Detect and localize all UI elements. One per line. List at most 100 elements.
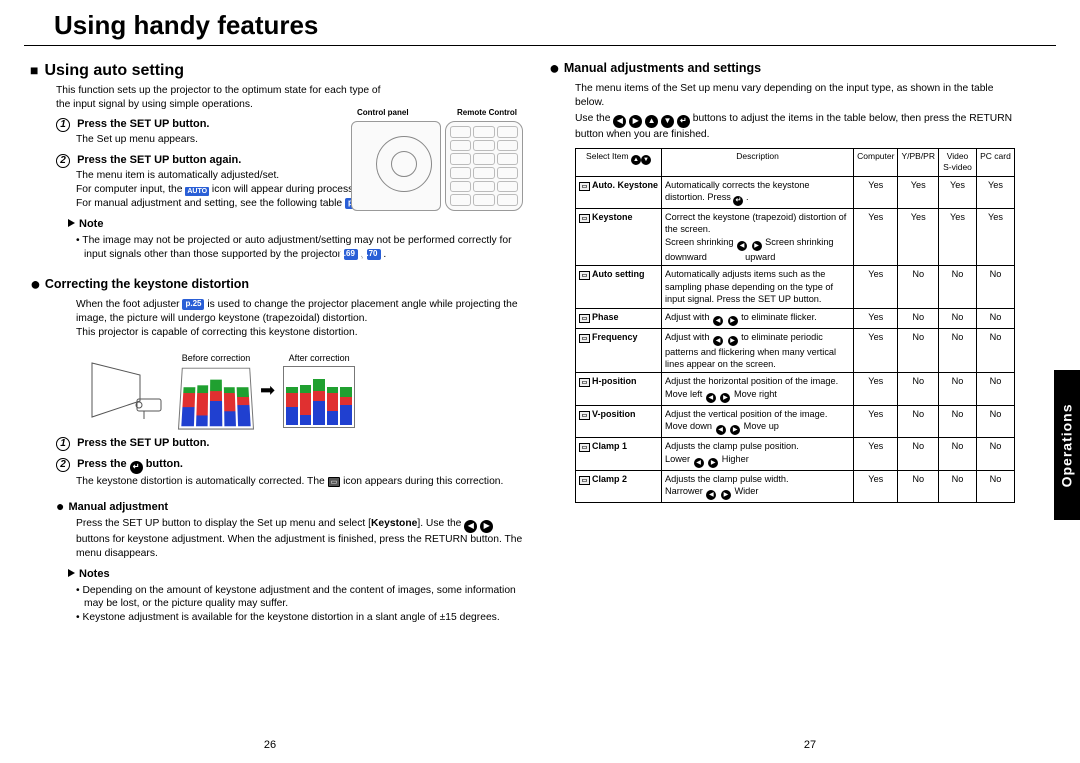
fig-after-label: After correction xyxy=(289,352,350,364)
kstep-2b: button. xyxy=(143,458,183,470)
left-arrow-icon-2: ◀ xyxy=(613,115,626,128)
t3: For manual adjustment and setting, see t… xyxy=(76,198,345,209)
fig-after: After correction xyxy=(283,352,355,428)
table-row: ▭V-positionAdjust the vertical position … xyxy=(576,405,1015,437)
kstep-2-body: The keystone distortion is automatically… xyxy=(76,475,525,489)
kstep-2: 2 Press the ↵ button. xyxy=(56,457,525,474)
auto-setting-intro: This function sets up the projector to t… xyxy=(56,84,396,112)
control-panel-label: Control panel xyxy=(357,108,409,119)
row-yn: Yes xyxy=(854,209,898,266)
row-label: ▭Clamp 2 xyxy=(576,470,662,502)
notes-1-text: Depending on the amount of keystone adju… xyxy=(82,585,515,610)
fig-before-label: Before correction xyxy=(182,352,251,364)
left-arrow-icon: ◀ xyxy=(464,520,477,533)
ki-a: When the foot adjuster xyxy=(76,299,182,310)
page-ref-70: p.70 xyxy=(367,249,381,260)
th-select: Select Item ▲▼ xyxy=(576,148,662,176)
enter-icon: ↵ xyxy=(130,461,143,474)
use-a: Use the xyxy=(575,113,613,124)
row-yn: Yes xyxy=(854,438,898,470)
down-arrow-icon: ▼ xyxy=(661,115,674,128)
page-spread: ■Using auto setting This function sets u… xyxy=(0,46,1080,625)
row-yn: No xyxy=(977,373,1015,405)
note-1-text: The image may not be projected or auto a… xyxy=(82,235,511,260)
th-down-icon: ▼ xyxy=(641,155,651,165)
heading-manual-adjustment-text: Manual adjustment xyxy=(68,501,168,513)
arrow-icon: ➡ xyxy=(260,378,275,402)
side-tab-operations: Operations xyxy=(1054,370,1080,520)
row-desc: Adjusts the clamp pulse width.Narrower ◀… xyxy=(662,470,854,502)
row-yn: No xyxy=(939,373,977,405)
step-2-text: Press the SET UP button again. xyxy=(77,154,241,166)
row-desc: Automatically adjusts items such as the … xyxy=(662,266,854,308)
row-yn: Yes xyxy=(977,176,1015,208)
row-yn: No xyxy=(898,266,939,308)
note-1: • The image may not be projected or auto… xyxy=(76,234,525,262)
table-row: ▭FrequencyAdjust with ◀ ▶ to eliminate p… xyxy=(576,328,1015,373)
up-arrow-icon: ▲ xyxy=(645,115,658,128)
heading-manual-adjustment: ●Manual adjustment xyxy=(56,497,525,516)
note-label: Note xyxy=(68,217,525,232)
th-up-icon: ▲ xyxy=(631,155,641,165)
bars-before xyxy=(178,368,254,430)
page-ref-25: p.25 xyxy=(182,299,204,310)
heading-manual-settings-text: Manual adjustments and settings xyxy=(564,61,761,75)
table-row: ▭Clamp 1Adjusts the clamp pulse position… xyxy=(576,438,1015,470)
th-video: Video S-video xyxy=(939,148,977,176)
row-yn: Yes xyxy=(854,470,898,502)
row-yn: Yes xyxy=(898,176,939,208)
row-label: ▭Frequency xyxy=(576,328,662,373)
heading-keystone-text: Correcting the keystone distortion xyxy=(45,277,249,291)
page-numbers: 26 27 xyxy=(0,738,1080,753)
kstep-1-badge: 1 xyxy=(56,437,70,451)
row-yn: No xyxy=(977,438,1015,470)
row-yn: No xyxy=(939,328,977,373)
row-yn: No xyxy=(898,308,939,328)
row-desc: Adjust with ◀ ▶ to eliminate flicker. xyxy=(662,308,854,328)
keystone-figure: Before correction ➡ After correction xyxy=(82,352,525,428)
row-label: ▭H-position xyxy=(576,373,662,405)
notes-1: • Depending on the amount of keystone ad… xyxy=(76,584,525,612)
settings-table: Select Item ▲▼ Description Computer Y/PB… xyxy=(575,148,1015,503)
step-1-badge: 1 xyxy=(56,118,70,132)
t2: icon will appear during processing. xyxy=(209,184,370,195)
keystone-small-icon: ▭ xyxy=(328,477,341,487)
step-2-badge: 2 xyxy=(56,154,70,168)
control-panel-illustration xyxy=(351,121,441,211)
remote-control-illustration xyxy=(445,121,523,211)
row-yn: No xyxy=(898,328,939,373)
ks2a: The keystone distortion is automatically… xyxy=(76,476,328,487)
row-label: ▭V-position xyxy=(576,405,662,437)
row-desc: Adjust with ◀ ▶ to eliminate periodic pa… xyxy=(662,328,854,373)
th-pccard: PC card xyxy=(977,148,1015,176)
table-row: ▭Auto settingAutomatically adjusts items… xyxy=(576,266,1015,308)
right-arrow-icon-2: ▶ xyxy=(629,115,642,128)
row-yn: No xyxy=(977,266,1015,308)
heading-auto-setting: ■Using auto setting xyxy=(30,60,525,82)
table-row: ▭KeystoneCorrect the keystone (trapezoid… xyxy=(576,209,1015,266)
table-row: ▭PhaseAdjust with ◀ ▶ to eliminate flick… xyxy=(576,308,1015,328)
row-yn: No xyxy=(898,438,939,470)
row-desc: Correct the keystone (trapezoid) distort… xyxy=(662,209,854,266)
row-yn: Yes xyxy=(898,209,939,266)
enter-icon-2: ↵ xyxy=(677,115,690,128)
row-yn: Yes xyxy=(939,209,977,266)
bars-after xyxy=(283,366,355,428)
row-desc: Automatically corrects the keystone dist… xyxy=(662,176,854,208)
table-row: ▭H-positionAdjust the horizontal positio… xyxy=(576,373,1015,405)
row-yn: No xyxy=(939,405,977,437)
row-label: ▭Keystone xyxy=(576,209,662,266)
kstep-1: 1 Press the SET UP button. xyxy=(56,436,525,451)
row-yn: No xyxy=(898,405,939,437)
remote-control-label: Remote Control xyxy=(457,108,517,119)
row-yn: Yes xyxy=(854,266,898,308)
row-label: ▭Phase xyxy=(576,308,662,328)
manual-settings-intro: The menu items of the Set up menu vary d… xyxy=(575,82,1015,110)
mb-b: ]. Use the xyxy=(417,518,464,529)
heading-auto-setting-text: Using auto setting xyxy=(44,62,184,79)
th-desc: Description xyxy=(662,148,854,176)
heading-keystone: ●Correcting the keystone distortion xyxy=(30,272,525,296)
ks2b: icon appears during this correction. xyxy=(340,476,503,487)
row-yn: Yes xyxy=(939,176,977,208)
row-yn: No xyxy=(939,266,977,308)
